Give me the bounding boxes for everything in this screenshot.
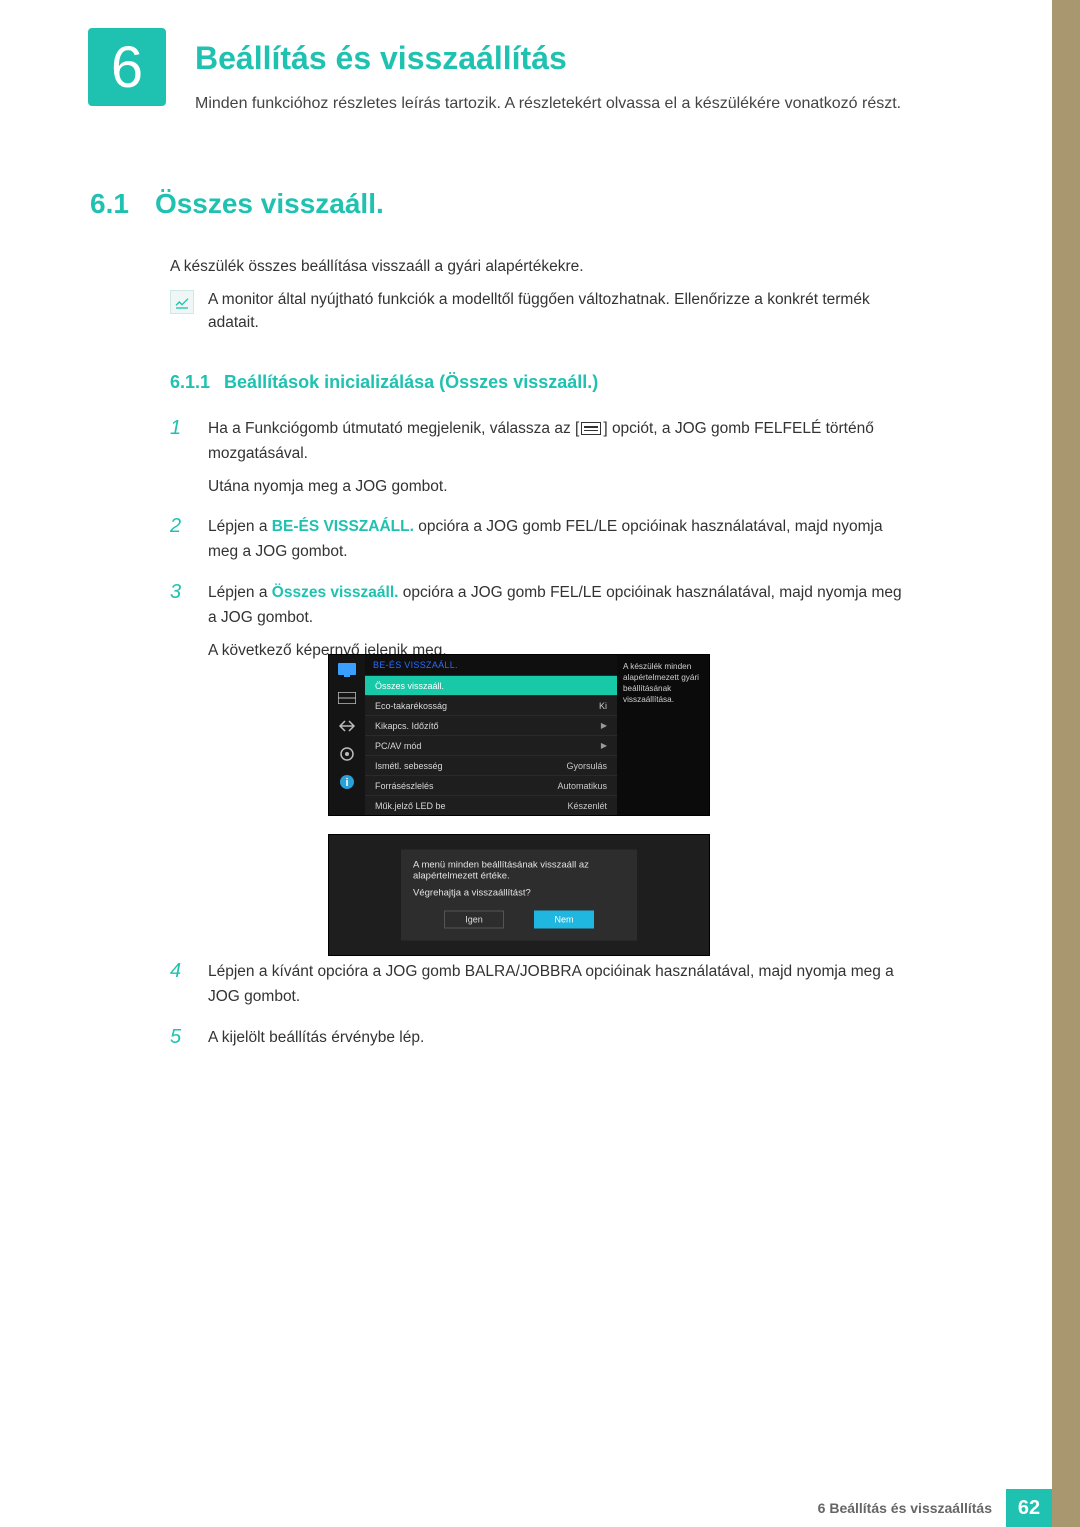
osd-menu-panel: i BE-ÉS VISSZAÁLL. Összes visszaáll. Eco…: [328, 654, 710, 816]
step-body: A kijelölt beállítás érvénybe lép.: [208, 1026, 424, 1051]
osd-main: BE-ÉS VISSZAÁLL. Összes visszaáll. Eco-t…: [365, 655, 709, 815]
osd-row: Eco-takarékosság Ki: [365, 695, 617, 715]
step-number: 4: [170, 960, 190, 1010]
osd-row-value: Ki: [599, 701, 607, 711]
step-body: Lépjen a Összes visszaáll. opcióra a JOG…: [208, 581, 910, 663]
subsection-number: 6.1.1: [170, 372, 210, 393]
osd-row-value: Automatikus: [557, 781, 607, 791]
chevron-right-icon: ▶: [601, 741, 607, 751]
dialog-text-line1: A menü minden beállításának visszaáll az…: [413, 860, 625, 882]
chevron-right-icon: ▶: [601, 721, 607, 731]
step-number: 1: [170, 417, 190, 499]
osd-row-label: Eco-takarékosság: [375, 701, 447, 711]
no-button[interactable]: Nem: [534, 911, 594, 929]
side-accent-bar: [1052, 0, 1080, 1527]
picture-tab-icon: [336, 661, 358, 679]
section-number: 6.1: [90, 188, 129, 220]
step-number: 5: [170, 1026, 190, 1051]
step-highlight: Összes visszaáll.: [272, 584, 399, 601]
step-4: 4 Lépjen a kívánt opcióra a JOG gomb BAL…: [170, 960, 910, 1010]
step-3: 3 Lépjen a Összes visszaáll. opcióra a J…: [170, 581, 910, 663]
step-text: Lépjen a: [208, 518, 272, 535]
step-text: Lépjen a: [208, 584, 272, 601]
osd-row-label: Műk.jelző LED be: [375, 801, 446, 811]
osd-row-value: Gyorsulás: [566, 761, 607, 771]
step-text: Utána nyomja meg a JOG gombot.: [208, 478, 448, 495]
chapter-title: Beállítás és visszaállítás: [195, 40, 567, 77]
footer-page-number: 62: [1006, 1489, 1052, 1527]
osd-row-label: Forrásészlelés: [375, 781, 434, 791]
chapter-intro-text: Minden funkcióhoz részletes leírás tarto…: [195, 92, 915, 116]
step-1: 1 Ha a Funkciógomb útmutató megjelenik, …: [170, 417, 910, 499]
dialog-text-line2: Végrehajtja a visszaállítást?: [413, 888, 625, 899]
osd-row: Kikapcs. Időzítő ▶: [365, 715, 617, 735]
osd-confirm-panel: A menü minden beállításának visszaáll az…: [328, 834, 710, 956]
size-tab-icon: [336, 717, 358, 735]
osd-row: Forrásészlelés Automatikus: [365, 775, 617, 795]
osd-row: Műk.jelző LED be Készenlét: [365, 795, 617, 815]
osd-row-label: Összes visszaáll.: [375, 681, 444, 691]
svg-text:i: i: [345, 777, 348, 789]
footer-chapter-label: 6 Beállítás és visszaállítás: [818, 1489, 1006, 1527]
osd-confirm-dialog: A menü minden beállításának visszaáll az…: [401, 850, 637, 941]
note-block: A monitor által nyújtható funkciók a mod…: [170, 288, 910, 335]
osd-row-selected: Összes visszaáll.: [365, 675, 617, 695]
osd-row-label: Ismétl. sebesség: [375, 761, 443, 771]
osd-list-header: BE-ÉS VISSZAÁLL.: [365, 655, 617, 675]
osd-row-value: Készenlét: [567, 801, 607, 811]
note-text: A monitor által nyújtható funkciók a mod…: [208, 288, 910, 335]
osd-row-label: PC/AV mód: [375, 741, 421, 751]
steps-list-lower: 4 Lépjen a kívánt opcióra a JOG gomb BAL…: [170, 960, 910, 1066]
chapter-number-badge: 6: [88, 28, 166, 106]
subsection-title: Beállítások inicializálása (Összes vissz…: [224, 372, 598, 393]
dialog-buttons: Igen Nem: [413, 911, 625, 929]
section-title: Összes visszaáll.: [155, 188, 384, 220]
section-description: A készülék összes beállítása visszaáll a…: [170, 258, 910, 276]
step-number: 3: [170, 581, 190, 663]
osd-list: BE-ÉS VISSZAÁLL. Összes visszaáll. Eco-t…: [365, 655, 617, 815]
step-2: 2 Lépjen a BE-ÉS VISSZAÁLL. opcióra a JO…: [170, 515, 910, 565]
step-text: Ha a Funkciógomb útmutató megjelenik, vá…: [208, 420, 579, 437]
step-highlight: BE-ÉS VISSZAÁLL.: [272, 518, 414, 535]
settings-tab-icon: [336, 745, 358, 763]
steps-list: 1 Ha a Funkciógomb útmutató megjelenik, …: [170, 417, 910, 663]
subsection-heading: 6.1.1 Beállítások inicializálása (Összes…: [170, 372, 910, 393]
osd-row: Ismétl. sebesség Gyorsulás: [365, 755, 617, 775]
osd-tab-strip: i: [329, 655, 365, 815]
step-body: Ha a Funkciógomb útmutató megjelenik, vá…: [208, 417, 910, 499]
info-tab-icon: i: [336, 773, 358, 791]
yes-button[interactable]: Igen: [444, 911, 504, 929]
step-body: Lépjen a kívánt opcióra a JOG gomb BALRA…: [208, 960, 910, 1010]
note-icon: [170, 290, 194, 314]
step-body: Lépjen a BE-ÉS VISSZAÁLL. opcióra a JOG …: [208, 515, 910, 565]
osd-row-label: Kikapcs. Időzítő: [375, 721, 439, 731]
menu-icon: [581, 422, 601, 435]
osd-row: PC/AV mód ▶: [365, 735, 617, 755]
section-heading: 6.1 Összes visszaáll.: [90, 188, 384, 220]
subsection: 6.1.1 Beállítások inicializálása (Összes…: [170, 372, 910, 679]
step-number: 2: [170, 515, 190, 565]
osd-help-panel: A készülék minden alapértelmezett gyári …: [617, 655, 709, 815]
osd-screenshot: i BE-ÉS VISSZAÁLL. Összes visszaáll. Eco…: [328, 654, 710, 956]
page-footer: 6 Beállítás és visszaállítás 62: [0, 1489, 1052, 1527]
step-5: 5 A kijelölt beállítás érvénybe lép.: [170, 1026, 910, 1051]
screen-tab-icon: [336, 689, 358, 707]
